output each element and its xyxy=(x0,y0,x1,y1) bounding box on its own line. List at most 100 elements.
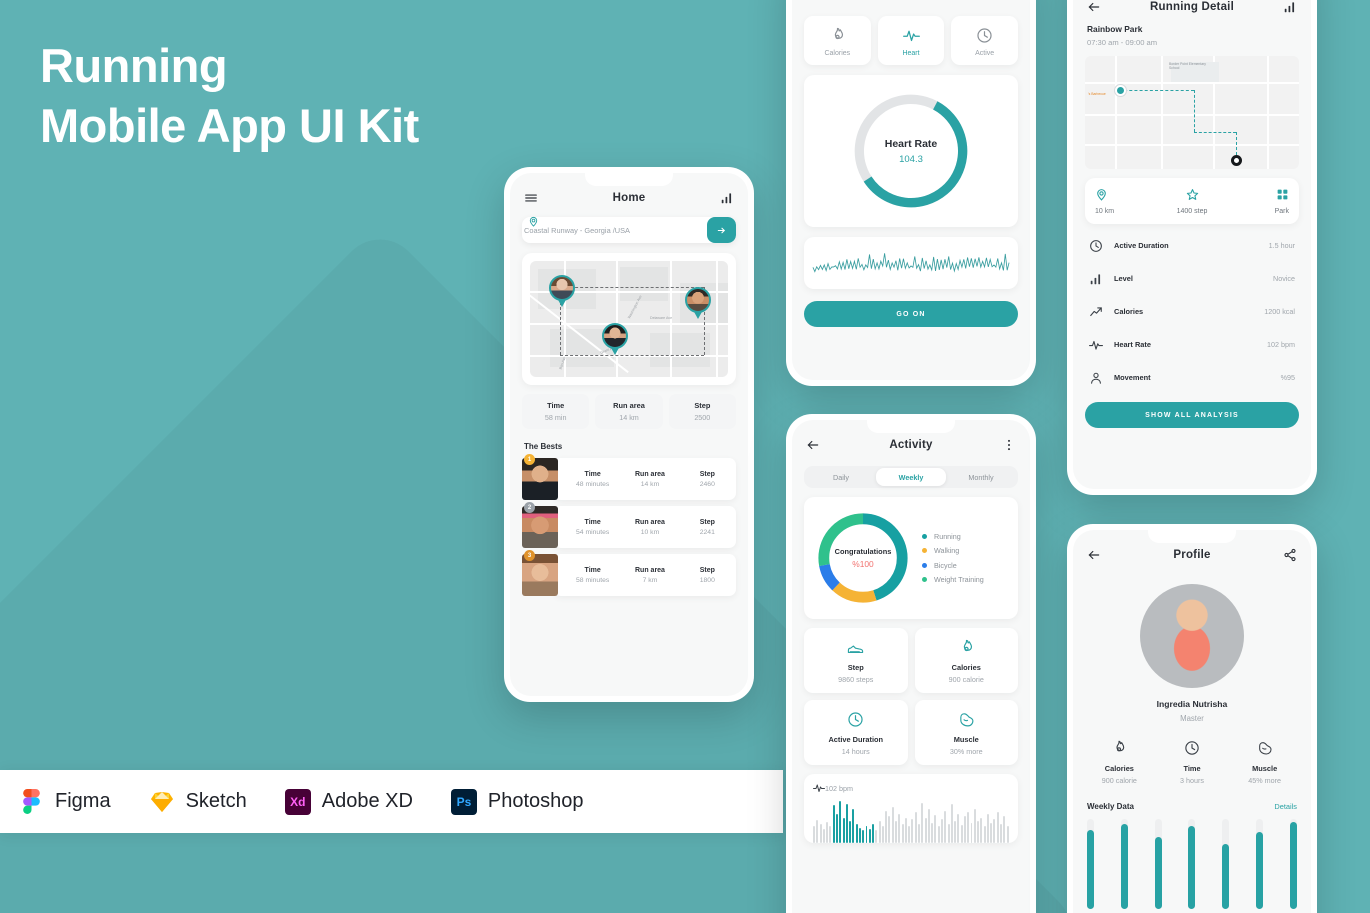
heartbeat-icon xyxy=(878,26,945,44)
profile-role: Master xyxy=(1180,714,1204,723)
heart-rate-waveform xyxy=(812,253,1010,273)
list-item[interactable]: 2 Time 54 minutes Run area 10 km Step 22… xyxy=(522,502,736,548)
stat-step: Step 2500 xyxy=(668,394,736,429)
ring-center-text: Heart Rate 104.3 xyxy=(849,89,973,213)
summary-distance: 10 km xyxy=(1089,187,1160,215)
search-input[interactable]: Coastal Runway - Georgia /USA xyxy=(522,226,707,235)
bpm-bar xyxy=(865,826,868,843)
col-label: Step xyxy=(699,470,715,478)
profile-stat-muscle: Muscle 45% more xyxy=(1228,739,1301,785)
detail-route-map[interactable]: Border Point Elementary School 's Barbec… xyxy=(1085,56,1299,169)
row-label: Heart Rate xyxy=(1114,340,1151,349)
col-value: 2241 xyxy=(699,528,715,536)
row-value: Novice xyxy=(1273,274,1295,283)
heart-rate-ring-card: Heart Rate 104.3 xyxy=(804,75,1018,227)
bpm-bar xyxy=(819,824,822,843)
bpm-bar xyxy=(996,812,999,843)
software-item-figma[interactable]: Figma xyxy=(18,789,111,815)
clock-icon xyxy=(1089,239,1103,253)
metric-label: Active Duration xyxy=(828,735,884,744)
list-item-level: Level Novice xyxy=(1089,262,1295,295)
legend-swatch xyxy=(922,548,927,554)
col-value: 54 minutes xyxy=(576,528,610,536)
kebab-menu-icon[interactable] xyxy=(1002,438,1016,452)
col-value: 7 km xyxy=(642,576,658,584)
metric-card-muscle[interactable]: Muscle 30% more xyxy=(914,700,1018,765)
share-icon[interactable] xyxy=(1283,548,1297,562)
bpm-bar xyxy=(983,826,986,843)
phone-profile-screen: Profile Ingredia Nutrisha Master Calorie… xyxy=(1067,524,1317,913)
metric-card-step[interactable]: Step 9860 steps xyxy=(804,628,908,693)
legend-swatch xyxy=(922,562,927,568)
list-item[interactable]: 3 Time 58 minutes Run area 7 km Step 180… xyxy=(522,550,736,596)
runner-pin[interactable] xyxy=(602,323,628,355)
go-on-button[interactable]: GO ON xyxy=(804,301,1018,327)
weekly-bar-track xyxy=(1289,819,1297,909)
phone-heart-screen: Calories Heart Active Heart Rate 104.3 G… xyxy=(786,0,1036,386)
bpm-bar xyxy=(986,814,989,843)
bpm-bar xyxy=(858,827,861,843)
bpm-bar xyxy=(993,818,996,843)
bests-section-title: The Bests xyxy=(524,442,563,451)
best-time: Time 48 minutes xyxy=(564,471,621,488)
weekly-details-link[interactable]: Details xyxy=(1274,802,1297,811)
heartbeat-icon xyxy=(813,782,825,794)
phone-notch xyxy=(867,420,955,433)
summary-label: 10 km xyxy=(1095,208,1115,215)
bpm-bar xyxy=(957,814,960,843)
col-value: 14 km xyxy=(640,480,660,488)
software-item-adobe-xd[interactable]: Xd Adobe XD xyxy=(284,788,413,815)
best-step: Step 2241 xyxy=(679,519,736,536)
bpm-bar xyxy=(924,817,927,843)
segment-monthly[interactable]: Monthly xyxy=(946,468,1016,486)
shoe-icon xyxy=(804,638,908,656)
summary-place-type: Park xyxy=(1224,187,1295,215)
map-label: Delaware Ave xyxy=(650,316,673,320)
arrow-left-icon[interactable] xyxy=(1087,548,1101,562)
bpm-bar xyxy=(904,817,907,843)
tab-heart[interactable]: Heart xyxy=(877,16,945,65)
bpm-bar xyxy=(852,808,855,843)
segment-weekly[interactable]: Weekly xyxy=(876,468,946,486)
weekly-bar-fill xyxy=(1154,837,1162,909)
profile-title: Profile xyxy=(1173,549,1211,561)
col-label: Step xyxy=(699,566,715,574)
tab-active[interactable]: Active xyxy=(951,16,1019,65)
ui-kit-poster: Running Mobile App UI Kit Figma Sketch X… xyxy=(0,0,1370,913)
tab-calories[interactable]: Calories xyxy=(804,16,871,65)
metric-card-active-duration[interactable]: Active Duration 14 hours xyxy=(804,700,908,765)
legend-swatch xyxy=(922,533,927,539)
flame-icon xyxy=(804,26,871,44)
best-area: Run area 10 km xyxy=(621,519,678,536)
search-go-button[interactable] xyxy=(707,217,736,243)
show-all-analysis-button[interactable]: SHOW ALL ANALYSIS xyxy=(1085,402,1299,428)
donut-title: Congratulations xyxy=(834,547,892,556)
bpm-bar xyxy=(822,828,825,843)
bpm-bar xyxy=(842,817,845,843)
route-map[interactable]: Washington Ave Delaware Ave Grant Ave Bo… xyxy=(530,261,728,377)
software-item-sketch[interactable]: Sketch xyxy=(149,789,247,815)
hamburger-menu-icon[interactable] xyxy=(524,191,538,205)
bpm-bar xyxy=(963,816,966,843)
arrow-left-icon[interactable] xyxy=(806,438,820,452)
software-item-photoshop[interactable]: Ps Photoshop xyxy=(450,788,584,815)
runner-pin[interactable] xyxy=(685,287,711,319)
runner-pin[interactable] xyxy=(549,275,575,307)
row-value: 1200 kcal xyxy=(1264,307,1295,316)
segment-daily[interactable]: Daily xyxy=(806,468,876,486)
list-item[interactable]: 1 Time 48 minutes Run area 14 km Step 24… xyxy=(522,454,736,500)
clock-icon xyxy=(1156,739,1229,757)
search-bar[interactable]: Coastal Runway - Georgia /USA xyxy=(522,216,736,243)
detail-stat-list: Active Duration 1.5 hour Level Novice Ca… xyxy=(1073,229,1311,394)
rank-badge: 2 xyxy=(524,502,535,513)
metric-value: 14 hours xyxy=(841,747,870,756)
col-label: Time xyxy=(584,518,601,526)
stat-value: 14 km xyxy=(619,413,639,422)
best-data: Time 54 minutes Run area 10 km Step 2241 xyxy=(554,506,736,548)
metric-card-calories[interactable]: Calories 900 calorie xyxy=(914,628,1018,693)
software-label-photoshop: Photoshop xyxy=(487,790,584,812)
arrow-left-icon[interactable] xyxy=(1087,0,1101,14)
list-item-calories: Calories 1200 kcal xyxy=(1089,295,1295,328)
location-pin-icon xyxy=(1095,187,1160,202)
row-label: Active Duration xyxy=(1114,241,1169,250)
